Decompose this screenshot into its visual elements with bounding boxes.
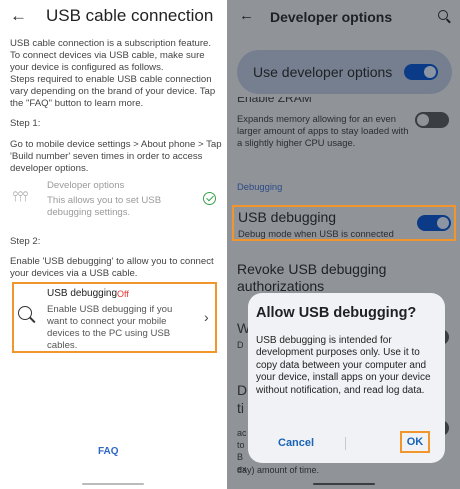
intro-text: USB cable connection is a subscription f…	[10, 38, 212, 74]
developer-options-title: Developer options	[47, 180, 125, 191]
page-title: Developer options	[270, 9, 393, 25]
back-arrow-icon[interactable]: ←	[10, 6, 27, 26]
allow-usb-debugging-dialog: Allow USB debugging? USB debugging is in…	[248, 293, 445, 463]
debugging-section-header: Debugging	[237, 181, 283, 192]
usb-debugging-description: Enable USB debugging if you want to conn…	[47, 304, 173, 351]
ok-button[interactable]: OK	[400, 431, 430, 453]
use-developer-options-label: Use developer options	[253, 64, 393, 80]
obscured-text: ti	[237, 400, 244, 416]
status-badge: Off	[117, 289, 129, 299]
obscured-text: D	[237, 382, 248, 398]
dialog-body: USB debugging is intended for developmen…	[256, 335, 431, 396]
zram-description: Expands memory allowing for an even larg…	[237, 113, 409, 148]
back-arrow-icon[interactable]: ←	[239, 7, 254, 24]
button-divider	[345, 437, 346, 450]
use-developer-options-toggle[interactable]	[404, 64, 438, 80]
usb-debugging-row[interactable]: USB debugging Debug mode when USB is con…	[232, 205, 456, 241]
step1-label: Step 1:	[10, 118, 41, 129]
developer-options-description: This allows you to set USB debugging set…	[47, 195, 162, 218]
obscured-text: to	[237, 440, 245, 450]
sliders-icon: ⫯⫯⫯	[12, 188, 28, 204]
check-circle-icon	[203, 192, 216, 205]
usb-debugging-title: USB debugging	[238, 209, 337, 225]
search-icon	[18, 306, 32, 320]
dialog-title: Allow USB debugging?	[256, 305, 417, 321]
search-icon[interactable]	[438, 10, 448, 20]
steps-note-text: Steps required to enable USB cable conne…	[10, 74, 216, 110]
developer-options-screen: ← Developer options Use developer option…	[227, 0, 460, 489]
zram-toggle[interactable]	[415, 112, 449, 128]
usb-connection-screen: ← USB cable connection USB cable connect…	[0, 0, 226, 489]
home-indicator[interactable]	[82, 483, 144, 485]
cancel-button[interactable]: Cancel	[278, 437, 314, 449]
faq-button[interactable]: FAQ	[98, 446, 119, 457]
obscured-text: D	[237, 340, 244, 350]
step2-text: Enable 'USB debugging' to allow you to c…	[10, 256, 214, 280]
home-indicator[interactable]	[313, 483, 375, 485]
step1-text: Go to mobile device settings > About pho…	[10, 139, 222, 175]
usb-debugging-card[interactable]: USB debugging Off Enable USB debugging i…	[12, 282, 217, 353]
obscured-text: B	[237, 452, 244, 462]
zram-title: Enable ZRAM	[237, 97, 312, 105]
revoke-usb-authorizations[interactable]: Revoke USB debugging authorizations	[237, 261, 437, 295]
usb-debugging-description: Debug mode when USB is connected	[238, 228, 394, 239]
use-developer-options-row[interactable]: Use developer options	[237, 50, 452, 94]
usb-debugging-title: USB debugging	[47, 288, 118, 299]
usb-debugging-toggle[interactable]	[417, 215, 451, 231]
developer-options-row: ⫯⫯⫯ Developer options This allows you to…	[10, 178, 222, 220]
chevron-right-icon: ›	[204, 309, 209, 325]
step2-label: Step 2:	[10, 236, 41, 247]
obscured-text: ac	[237, 428, 247, 438]
page-title: USB cable connection	[46, 6, 214, 25]
obscured-text: day) amount of time.	[237, 465, 320, 475]
